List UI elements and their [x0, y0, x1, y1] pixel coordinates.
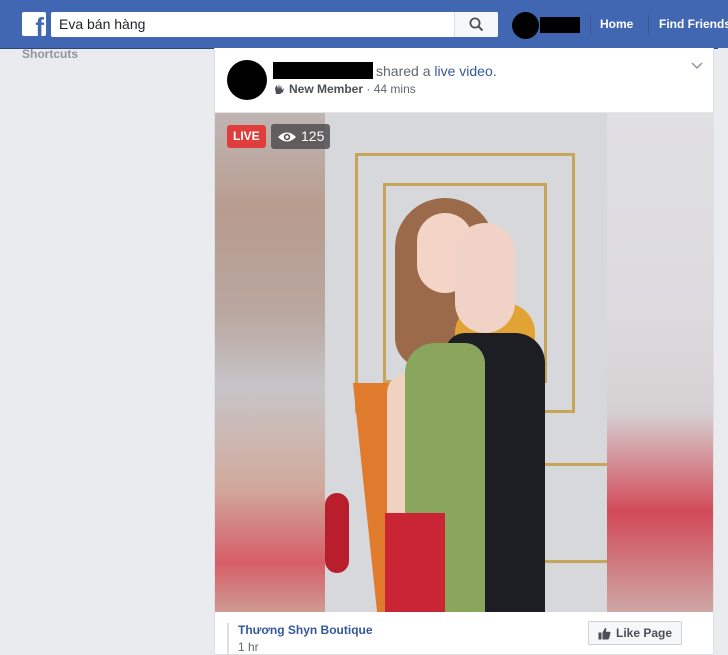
- post-timestamp[interactable]: 44 mins: [374, 82, 416, 96]
- shortcuts-heading: Shortcuts: [22, 47, 79, 61]
- page-name-link[interactable]: Thương Shyn Boutique: [238, 623, 373, 637]
- thumbs-up-icon: [598, 627, 611, 639]
- redacted-profile-name[interactable]: [540, 17, 580, 33]
- like-page-label: Like Page: [615, 626, 673, 640]
- post-action-text: shared a live video.: [376, 63, 497, 79]
- poster-avatar[interactable]: [227, 60, 267, 100]
- viewer-count: 125: [301, 128, 325, 144]
- chevron-down-icon[interactable]: [691, 62, 703, 70]
- video-blur-right: [607, 113, 713, 612]
- page-timestamp[interactable]: 1 hr: [238, 640, 259, 654]
- facebook-logo-icon[interactable]: f: [22, 12, 46, 36]
- live-video-player[interactable]: LIVE 125: [215, 113, 713, 612]
- live-badge: LIVE: [227, 125, 266, 148]
- footer-accent-line: [227, 623, 229, 655]
- person-hands: [455, 223, 515, 333]
- search-icon: [469, 17, 484, 32]
- live-video-link[interactable]: live video.: [434, 63, 496, 79]
- eye-icon: [278, 132, 296, 141]
- red-chair: [325, 493, 349, 573]
- top-navigation-bar: f Eva bán hàng Home Find Friends: [0, 0, 728, 49]
- profile-avatar[interactable]: [512, 12, 539, 39]
- new-member-badge[interactable]: New Member: [289, 82, 363, 96]
- search-query-text: Eva bán hàng: [59, 16, 146, 32]
- video-frame-image: [325, 113, 607, 612]
- search-input[interactable]: Eva bán hàng: [51, 12, 498, 37]
- waving-hand-icon: [275, 84, 284, 94]
- video-blur-left: [215, 113, 325, 612]
- nav-find-friends-link[interactable]: Find Friends: [659, 17, 728, 31]
- redacted-poster-name[interactable]: [273, 62, 373, 79]
- nav-divider: [648, 15, 649, 35]
- viewer-count-badge: 125: [271, 124, 331, 149]
- nav-home-link[interactable]: Home: [600, 17, 633, 31]
- post-meta: New Member · 44 mins: [273, 82, 416, 96]
- red-garment: [385, 513, 445, 612]
- post-card: shared a live video. New Member · 44 min…: [214, 48, 714, 655]
- right-column-edge: [718, 48, 728, 655]
- search-button[interactable]: [454, 12, 498, 37]
- nav-divider: [590, 15, 591, 35]
- like-page-button[interactable]: Like Page: [588, 621, 682, 645]
